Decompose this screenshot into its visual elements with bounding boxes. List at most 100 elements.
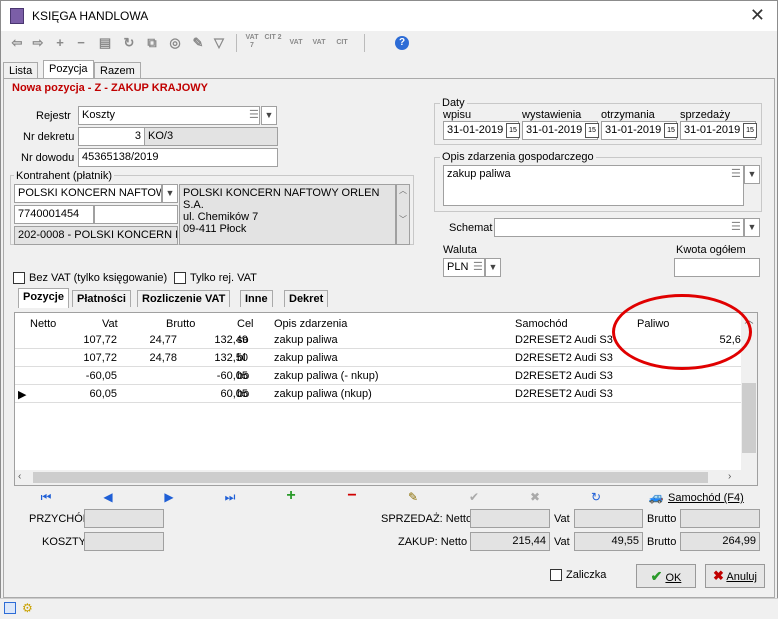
zaliczka-checkbox[interactable] xyxy=(550,569,562,581)
calendar-icon[interactable]: 15 xyxy=(585,123,599,138)
tab-rozliczenie-vat[interactable]: Rozliczenie VAT xyxy=(137,290,231,307)
vat-7-icon[interactable]: VAT 7 xyxy=(243,34,261,52)
confirm-icon[interactable]: ✔ xyxy=(466,490,482,504)
scroll-right-icon[interactable]: › xyxy=(728,471,731,482)
horizontal-scrollbar[interactable]: ‹ › xyxy=(15,470,757,485)
refresh-icon[interactable]: ↻ xyxy=(588,490,604,504)
cell-brutto[interactable]: 60,05 xyxy=(168,388,248,400)
cit-2-icon[interactable]: CIT 2 xyxy=(264,34,282,52)
refresh-icon[interactable]: ↻ xyxy=(120,34,138,52)
cell-vat[interactable]: 24,77 xyxy=(101,334,177,346)
add-icon[interactable]: + xyxy=(51,34,69,52)
cell-cel[interactable]: bo xyxy=(237,388,267,400)
calendar-icon[interactable]: 15 xyxy=(664,123,678,138)
opis-input[interactable]: zakup paliwa xyxy=(443,165,744,206)
cell-netto[interactable]: 60,05 xyxy=(37,388,117,400)
car-icon[interactable]: 🚙 xyxy=(648,490,664,504)
tab-inne[interactable]: Inne xyxy=(240,290,273,307)
last-record-icon[interactable]: ⏭ xyxy=(222,490,238,505)
tab-pozycja[interactable]: Pozycja xyxy=(43,60,94,79)
prev-record-icon[interactable]: ◀ xyxy=(100,490,116,504)
column-header-cel[interactable]: Cel xyxy=(237,318,254,330)
nr-dekretu-code: KO/3 xyxy=(144,127,278,146)
chevron-down-icon[interactable]: ▼ xyxy=(485,258,501,277)
tab-pozycje[interactable]: Pozycje xyxy=(18,288,69,308)
chevron-down-icon[interactable]: ▼ xyxy=(162,184,178,203)
nip-field[interactable]: 7740001454 xyxy=(14,205,94,224)
kontrahent-label: Kontrahent (płatnik) xyxy=(14,170,114,182)
chevron-down-icon[interactable]: ▼ xyxy=(744,165,760,184)
calendar-icon[interactable]: 15 xyxy=(506,123,520,138)
samochod-button[interactable]: Samochód (F4) xyxy=(668,492,744,504)
tab-dekret[interactable]: Dekret xyxy=(284,290,329,307)
nr-dekretu-input[interactable]: 3 xyxy=(78,127,145,146)
ok-button[interactable]: ✔ OK xyxy=(636,564,696,588)
first-record-icon[interactable]: ⏮ xyxy=(38,490,54,505)
vat-icon[interactable]: VAT xyxy=(287,34,305,52)
import-icon[interactable]: ⇨ xyxy=(29,34,47,52)
schemat-input[interactable] xyxy=(494,218,744,237)
cell-opis[interactable]: zakup paliwa (nkup) xyxy=(274,388,504,400)
bez-vat-checkbox[interactable] xyxy=(13,272,25,284)
copy-icon[interactable]: ⧉ xyxy=(143,34,161,52)
rejestr-input[interactable]: Koszty xyxy=(78,106,260,125)
kontrahent-name-input[interactable]: POLSKI KONCERN NAFTOWY xyxy=(14,184,162,203)
cell-netto[interactable]: -60,05 xyxy=(37,370,117,382)
column-header-opis[interactable]: Opis zdarzenia xyxy=(274,318,347,330)
tylko-rej-checkbox[interactable] xyxy=(174,272,186,284)
print-icon[interactable]: ▤ xyxy=(96,34,114,52)
tab-razem[interactable]: Razem xyxy=(94,62,141,79)
tools-icon[interactable]: ✎ xyxy=(189,34,207,52)
cell-brutto[interactable]: 132,49 xyxy=(168,334,248,346)
cancel-icon[interactable]: ✖ xyxy=(527,490,543,504)
edit-row-icon[interactable]: ✎ xyxy=(405,490,421,504)
cit-icon[interactable]: CIT xyxy=(333,34,351,52)
zakup-brutto-field: 264,99 xyxy=(680,532,760,551)
cancel-button[interactable]: ✖ Anuluj xyxy=(705,564,765,588)
vat2-icon[interactable]: VAT xyxy=(310,34,328,52)
tab-lista[interactable]: Lista xyxy=(3,62,39,79)
cell-samochod[interactable]: D2RESET2 Audi S3 xyxy=(515,388,635,400)
cell-opis[interactable]: zakup paliwa xyxy=(274,334,504,346)
column-header-netto[interactable]: Netto xyxy=(30,318,56,330)
cell-samochod[interactable]: D2RESET2 Audi S3 xyxy=(515,370,635,382)
scroll-thumb[interactable] xyxy=(33,472,708,483)
nip-extra-field[interactable] xyxy=(94,205,178,224)
table-row[interactable]: ▶ 60,05 60,05 bo zakup paliwa (nkup) D2RESET2… xyxy=(15,386,742,403)
sprzedaz-netto-field xyxy=(470,509,550,528)
next-record-icon[interactable]: ▶ xyxy=(161,490,177,504)
cell-samochod[interactable]: D2RESET2 Audi S3 xyxy=(515,352,635,364)
remove-icon[interactable]: − xyxy=(72,34,90,52)
help-icon[interactable]: ? xyxy=(395,36,409,50)
add-row-icon[interactable]: + xyxy=(283,487,299,505)
cell-opis[interactable]: zakup paliwa xyxy=(274,352,504,364)
cell-vat[interactable]: 24,78 xyxy=(101,352,177,364)
chevron-down-icon[interactable]: ▼ xyxy=(261,106,277,125)
export-icon[interactable]: ⇦ xyxy=(8,34,26,52)
cell-brutto[interactable]: 132,50 xyxy=(168,352,248,364)
cell-cel[interactable]: bo xyxy=(237,370,267,382)
column-header-vat[interactable]: Vat xyxy=(102,318,118,330)
filter-icon[interactable]: ▽ xyxy=(210,34,228,52)
chevron-down-icon[interactable]: ▼ xyxy=(744,218,760,237)
grid-view-icon[interactable] xyxy=(4,602,16,614)
binoculars-icon[interactable]: ◎ xyxy=(166,34,184,52)
calendar-icon[interactable]: 15 xyxy=(743,123,757,138)
menu-icon: ☰ xyxy=(731,221,741,233)
address-scrollbar[interactable]: ︿ ﹀ xyxy=(396,184,410,245)
scroll-thumb[interactable] xyxy=(742,383,756,453)
cell-cel[interactable]: so xyxy=(237,334,267,346)
nr-dowodu-input[interactable]: 45365138/2019 xyxy=(78,148,278,167)
cell-opis[interactable]: zakup paliwa (- nkup) xyxy=(274,370,504,382)
kwota-input[interactable] xyxy=(674,258,760,277)
cell-cel[interactable]: bl xyxy=(237,352,267,364)
tab-platnosci[interactable]: Płatności xyxy=(72,290,131,307)
close-icon[interactable]: ✕ xyxy=(750,5,765,26)
cell-brutto[interactable]: -60,05 xyxy=(168,370,248,382)
table-row[interactable]: -60,05 -60,05 bo zakup paliwa (- nkup) D2RES… xyxy=(15,368,742,385)
scroll-left-icon[interactable]: ‹ xyxy=(18,471,21,482)
column-header-samochod[interactable]: Samochód xyxy=(515,318,568,330)
column-header-brutto[interactable]: Brutto xyxy=(166,318,195,330)
delete-row-icon[interactable]: − xyxy=(344,487,360,505)
settings-icon[interactable]: ⚙ xyxy=(22,601,33,615)
